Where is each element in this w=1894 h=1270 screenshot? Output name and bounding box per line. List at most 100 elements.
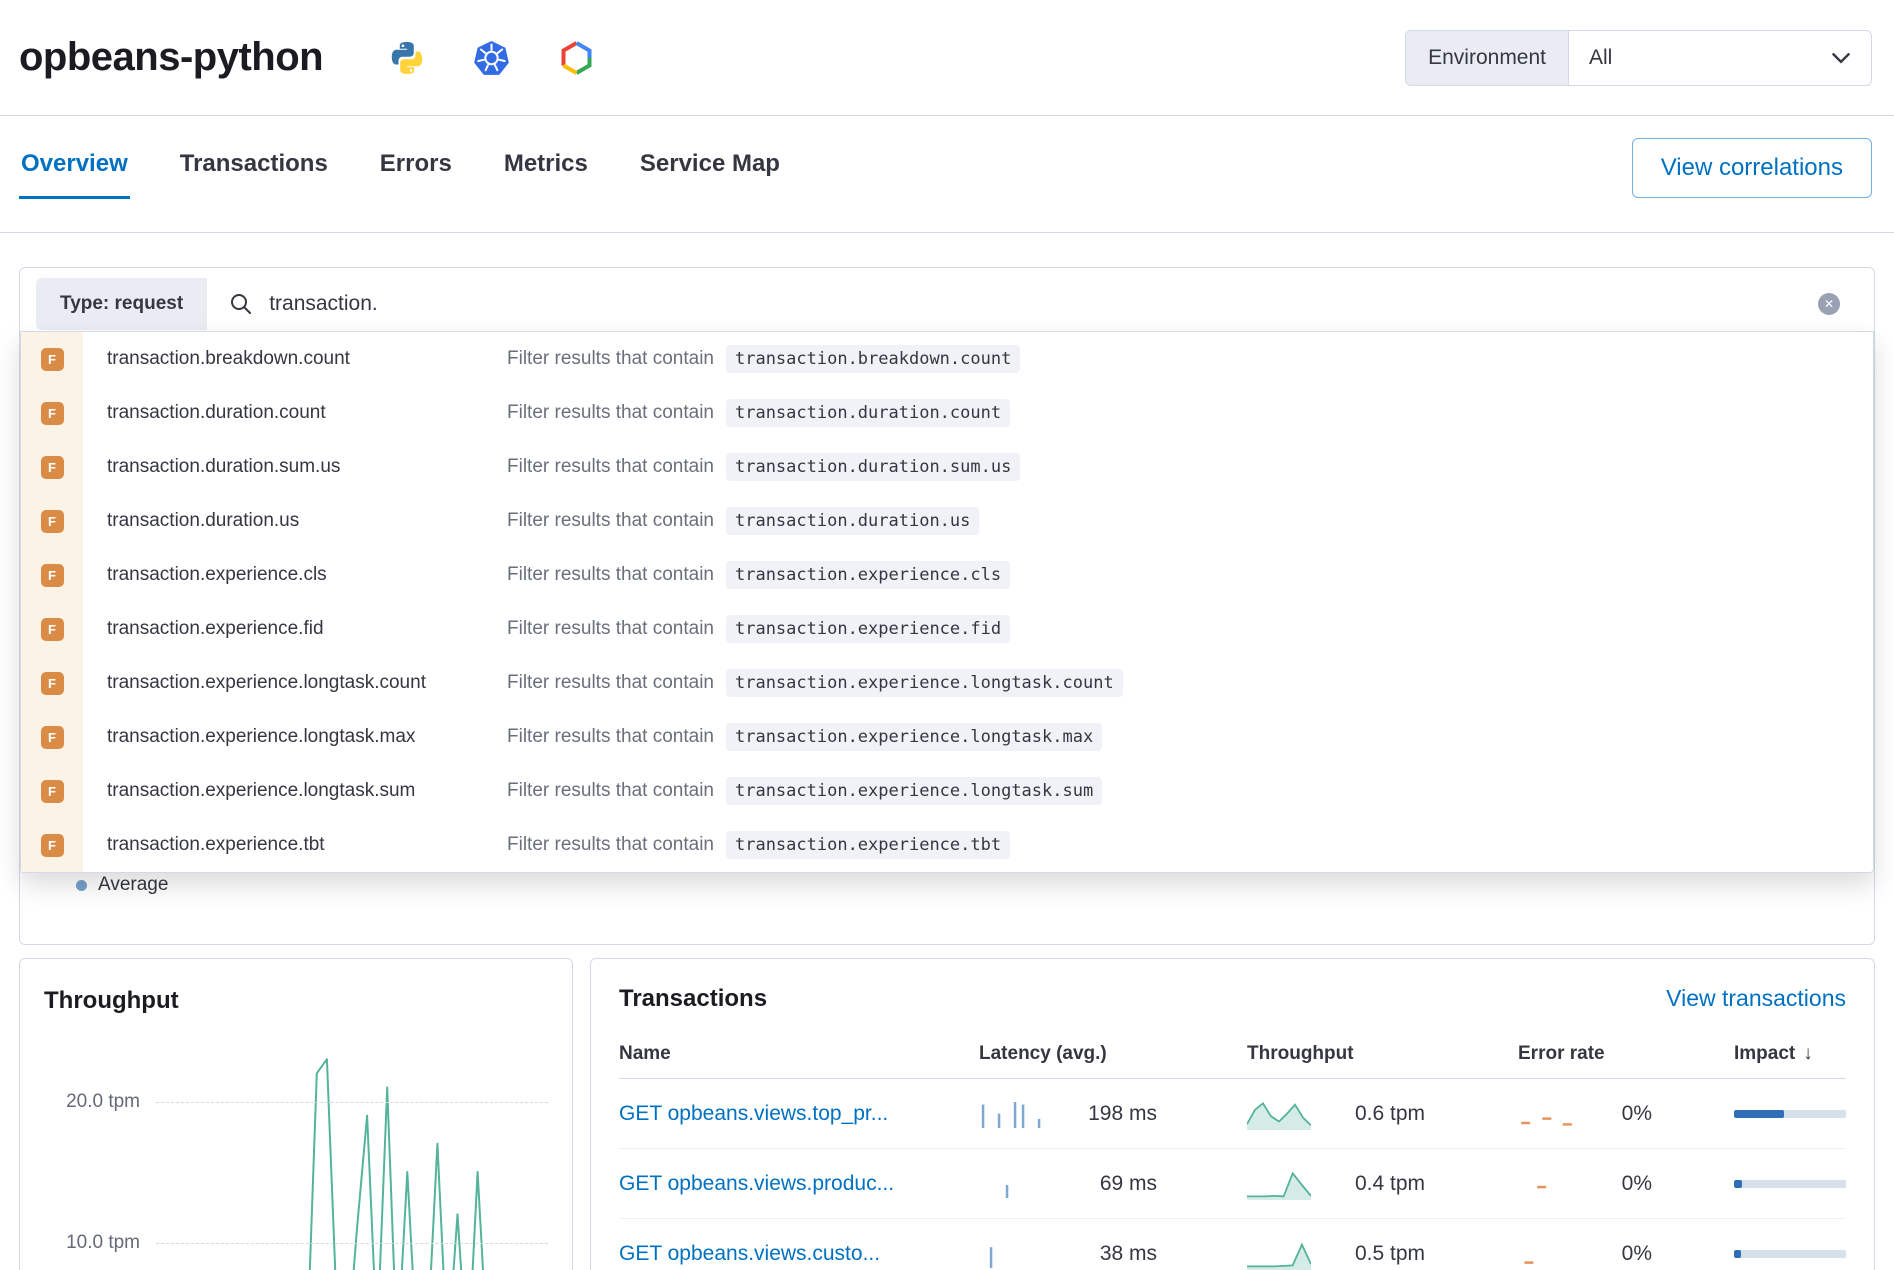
environment-value: All <box>1589 46 1612 70</box>
suggestion-field-code: transaction.breakdown.count <box>726 345 1020 373</box>
column-header-error-rate[interactable]: Error rate <box>1518 1043 1734 1065</box>
query-suggestion-row[interactable]: F transaction.experience.fid Filter resu… <box>21 602 1873 656</box>
query-suggestion-row[interactable]: F transaction.breakdown.count Filter res… <box>21 332 1873 386</box>
suggestion-description-prefix: Filter results that contain <box>507 510 714 532</box>
throughput-value: 0.6 tpm <box>1321 1102 1425 1126</box>
search-icon <box>229 292 253 316</box>
field-token-cell: F <box>21 602 83 656</box>
error-rate-sparkline <box>1518 1238 1582 1270</box>
average-legend-dot <box>76 880 87 891</box>
suggestion-field-code: transaction.experience.cls <box>726 561 1010 589</box>
query-suggestion-row[interactable]: F transaction.duration.count Filter resu… <box>21 386 1873 440</box>
transaction-link[interactable]: GET opbeans.views.produc... <box>619 1172 959 1196</box>
tab-transactions[interactable]: Transactions <box>178 136 330 199</box>
python-icon <box>389 40 425 76</box>
suggestion-description-prefix: Filter results that contain <box>507 834 714 856</box>
impact-cell <box>1734 1180 1846 1188</box>
latency-cell: 198 ms <box>979 1098 1247 1130</box>
suggestion-description: Filter results that contain transaction.… <box>507 615 1873 643</box>
suggestion-field-name: transaction.experience.cls <box>83 564 507 586</box>
view-transactions-link[interactable]: View transactions <box>1666 985 1846 1012</box>
latency-value: 198 ms <box>1053 1102 1157 1126</box>
gridline <box>156 1243 548 1244</box>
throughput-cell: 0.4 tpm <box>1247 1168 1518 1200</box>
throughput-panel: Throughput 20.0 tpm10.0 tpm <box>19 958 573 1270</box>
throughput-sparkline <box>1247 1238 1311 1270</box>
suggestion-field-code: transaction.experience.longtask.count <box>726 669 1123 697</box>
field-token-cell: F <box>21 764 83 818</box>
query-suggestion-row[interactable]: F transaction.experience.tbt Filter resu… <box>21 818 1873 872</box>
throughput-cell: 0.5 tpm <box>1247 1238 1518 1270</box>
suggestion-field-name: transaction.experience.tbt <box>83 834 507 856</box>
query-suggestion-row[interactable]: F transaction.experience.longtask.sum Fi… <box>21 764 1873 818</box>
impact-bar-track <box>1734 1110 1846 1118</box>
column-header-name[interactable]: Name <box>619 1043 979 1065</box>
field-token-icon: F <box>41 726 64 749</box>
query-suggestion-row[interactable]: F transaction.experience.longtask.count … <box>21 656 1873 710</box>
suggestion-description-prefix: Filter results that contain <box>507 672 714 694</box>
tab-overview[interactable]: Overview <box>19 136 130 199</box>
impact-bar-track <box>1734 1180 1846 1188</box>
query-suggestion-row[interactable]: F transaction.experience.longtask.max Fi… <box>21 710 1873 764</box>
transactions-header-row: NameLatency (avg.)ThroughputError rateIm… <box>619 1029 1846 1079</box>
transaction-link[interactable]: GET opbeans.views.custo... <box>619 1242 959 1266</box>
clear-query-button[interactable]: ✕ <box>1818 293 1840 315</box>
suggestion-description-prefix: Filter results that contain <box>507 618 714 640</box>
query-bar: Type: request ✕ <box>36 278 1858 330</box>
column-header-latency-avg[interactable]: Latency (avg.) <box>979 1043 1247 1065</box>
transaction-name-cell: GET opbeans.views.top_pr... <box>619 1102 979 1126</box>
field-token-icon: F <box>41 834 64 857</box>
error-rate-cell: 0% <box>1518 1168 1734 1200</box>
throughput-cell: 0.6 tpm <box>1247 1098 1518 1130</box>
tab-errors[interactable]: Errors <box>378 136 454 199</box>
tab-bar: Overview Transactions Errors Metrics Service… <box>0 116 1894 233</box>
latency-cell: 69 ms <box>979 1168 1247 1200</box>
error-rate-sparkline <box>1518 1098 1582 1130</box>
tab-service-map[interactable]: Service Map <box>638 136 782 199</box>
y-axis-tick-label: 10.0 tpm <box>44 1232 140 1254</box>
query-input[interactable] <box>269 292 1802 316</box>
field-token-icon: F <box>41 348 64 371</box>
sort-desc-icon: ↓ <box>1803 1043 1813 1065</box>
throughput-sparkline <box>1247 1098 1311 1130</box>
latency-sparkline <box>979 1098 1043 1130</box>
query-suggestion-row[interactable]: F transaction.duration.sum.us Filter res… <box>21 440 1873 494</box>
field-token-icon: F <box>41 564 64 587</box>
transaction-row: GET opbeans.views.top_pr... 198 ms 0.6 t… <box>619 1079 1846 1149</box>
service-header: opbeans-python <box>0 0 1894 116</box>
type-filter-badge[interactable]: Type: request <box>36 278 207 330</box>
transactions-body: GET opbeans.views.top_pr... 198 ms 0.6 t… <box>619 1079 1846 1270</box>
throughput-title: Throughput <box>44 987 548 1015</box>
suggestion-description: Filter results that contain transaction.… <box>507 399 1873 427</box>
google-cloud-icon <box>558 41 595 75</box>
column-header-impact[interactable]: Impact↓ <box>1734 1043 1846 1065</box>
suggestion-description: Filter results that contain transaction.… <box>507 507 1873 535</box>
field-token-icon: F <box>41 456 64 479</box>
suggestion-description: Filter results that contain transaction.… <box>507 723 1873 751</box>
transaction-link[interactable]: GET opbeans.views.top_pr... <box>619 1102 959 1126</box>
suggestion-field-name: transaction.experience.fid <box>83 618 507 640</box>
suggestion-description-prefix: Filter results that contain <box>507 726 714 748</box>
suggestion-field-name: transaction.duration.sum.us <box>83 456 507 478</box>
suggestion-field-name: transaction.duration.count <box>83 402 507 424</box>
impact-bar-fill <box>1734 1180 1742 1188</box>
view-correlations-button[interactable]: View correlations <box>1632 138 1872 198</box>
column-header-throughput[interactable]: Throughput <box>1247 1043 1518 1065</box>
suggestion-description: Filter results that contain transaction.… <box>507 561 1873 589</box>
field-token-cell: F <box>21 656 83 710</box>
latency-sparkline <box>979 1168 1043 1200</box>
latency-value: 38 ms <box>1053 1242 1157 1266</box>
environment-select[interactable]: Environment All <box>1405 30 1872 86</box>
impact-bar-track <box>1734 1250 1846 1258</box>
field-token-cell: F <box>21 818 83 872</box>
suggestion-description: Filter results that contain transaction.… <box>507 453 1873 481</box>
query-suggestion-row[interactable]: F transaction.experience.cls Filter resu… <box>21 548 1873 602</box>
suggestion-field-code: transaction.experience.longtask.sum <box>726 777 1102 805</box>
environment-label: Environment <box>1406 31 1569 85</box>
query-suggestion-row[interactable]: F transaction.duration.us Filter results… <box>21 494 1873 548</box>
error-rate-sparkline <box>1518 1168 1582 1200</box>
average-legend-label: Average <box>98 874 168 896</box>
transaction-name-cell: GET opbeans.views.custo... <box>619 1242 979 1266</box>
transaction-row: GET opbeans.views.produc... 69 ms 0.4 tp… <box>619 1149 1846 1219</box>
tab-metrics[interactable]: Metrics <box>502 136 590 199</box>
